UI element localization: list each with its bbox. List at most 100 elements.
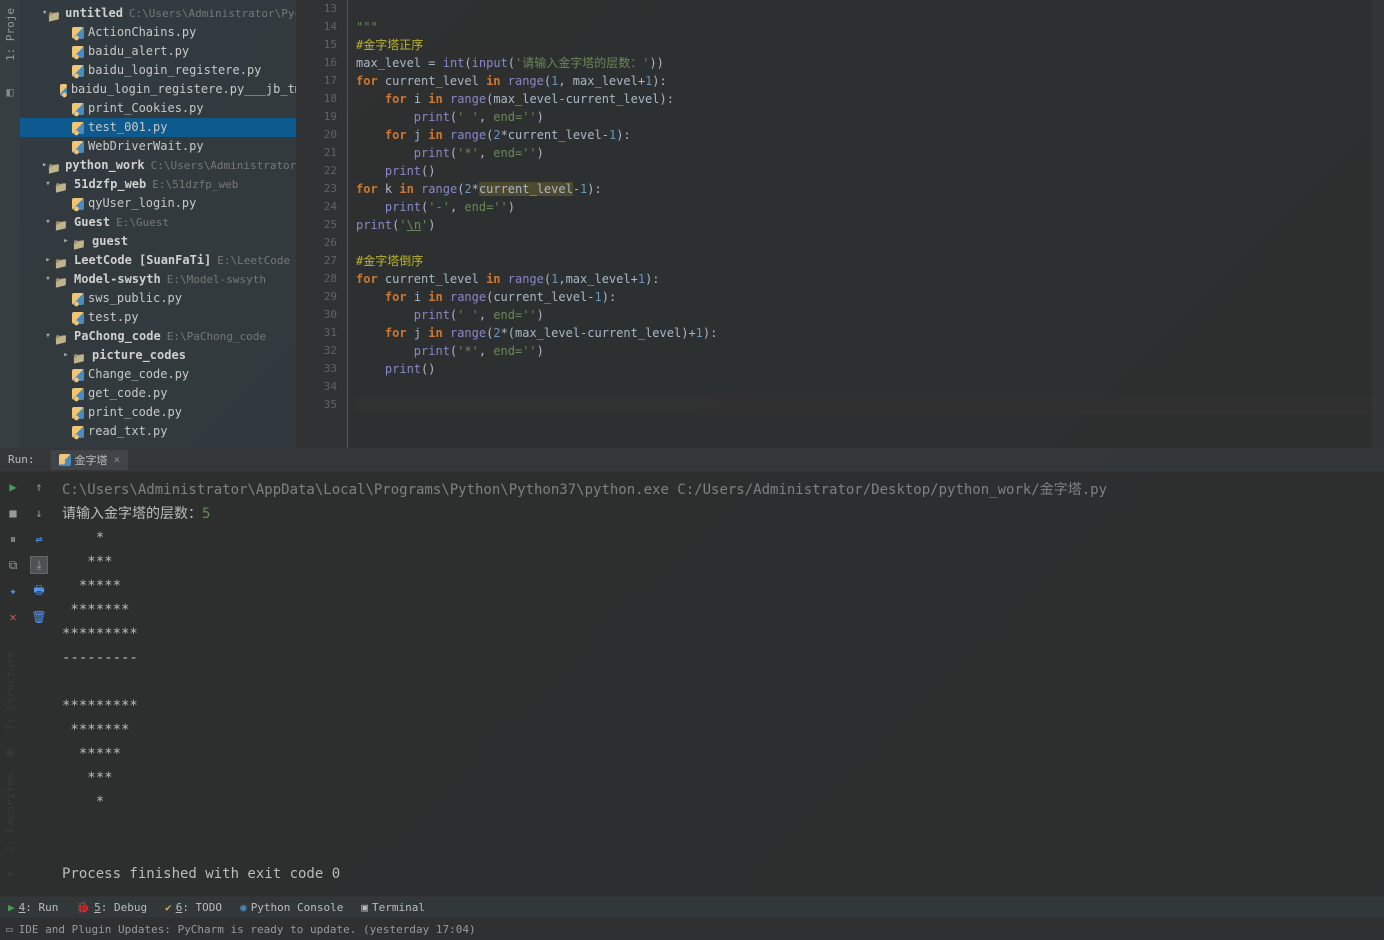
code-line[interactable]: print(' ', end='') <box>356 108 1376 126</box>
tree-file[interactable]: print_code.py <box>20 403 296 422</box>
code-line[interactable]: print('\n') <box>356 216 1376 234</box>
tree-folder[interactable]: ▾51dzfp_webE:\51dzfp_web <box>20 175 296 194</box>
tree-arrow-icon[interactable]: ▾ <box>42 327 54 346</box>
tree-item-label: LeetCode [SuanFaTi] <box>74 251 211 270</box>
wrap-icon[interactable]: ⇌ <box>30 530 48 548</box>
code-line[interactable]: print('*', end='') <box>356 144 1376 162</box>
code-line[interactable] <box>356 378 1376 396</box>
tree-item-label: PaChong_code <box>74 327 161 346</box>
tree-folder[interactable]: ▾GuestE:\Guest <box>20 213 296 232</box>
tree-file[interactable]: baidu_login_registere.py <box>20 61 296 80</box>
tree-folder[interactable]: ▾ PaChong_code E:\PaChong_code <box>20 327 296 346</box>
tree-arrow-icon[interactable]: ▾ <box>42 213 54 232</box>
code-line[interactable]: for j in range(2*(max_level-current_leve… <box>356 324 1376 342</box>
tree-folder[interactable]: ▸python_workC:\Users\Administrator\Desk <box>20 156 296 175</box>
code-line[interactable]: for j in range(2*current_level-1): <box>356 126 1376 144</box>
run-label: Run: <box>8 453 35 466</box>
code-line[interactable]: #金字塔正序 <box>356 36 1376 54</box>
tree-arrow-icon[interactable]: ▸ <box>60 346 72 365</box>
tree-arrow-icon[interactable]: ▸ <box>42 251 54 270</box>
folder-icon <box>54 273 70 287</box>
run-console[interactable]: C:\Users\Administrator\AppData\Local\Pro… <box>52 472 1384 896</box>
folder-icon <box>47 159 61 173</box>
code-line[interactable] <box>356 0 1376 18</box>
tree-file[interactable]: get_code.py <box>20 384 296 403</box>
code-line[interactable]: for i in range(current_level-1): <box>356 288 1376 306</box>
tree-item-path: E:\PaChong_code <box>167 327 266 346</box>
close-icon[interactable]: × <box>114 453 121 466</box>
tab-python-console[interactable]: ◉Python Console <box>240 901 343 914</box>
code-line[interactable]: for k in range(2*current_level-1): <box>356 180 1376 198</box>
tree-file[interactable]: sws_public.py <box>20 289 296 308</box>
tree-file[interactable]: test.py <box>20 308 296 327</box>
stop-icon[interactable]: ■ <box>4 504 22 522</box>
project-tree[interactable]: ▾untitledC:\Users\Administrator\PycharmP… <box>20 0 296 448</box>
tree-file[interactable]: ActionChains.py <box>20 23 296 42</box>
code-line[interactable]: print() <box>356 360 1376 378</box>
code-line[interactable] <box>356 396 1376 414</box>
editor-code[interactable]: """#金字塔正序max_level = int(input('请输入金字塔的层… <box>348 0 1384 448</box>
tab-debug[interactable]: 🐞5: Debug <box>76 901 147 914</box>
tree-file[interactable]: WebDriverWait.py <box>20 137 296 156</box>
tab-run[interactable]: ▶4: Run <box>8 901 58 914</box>
tree-file[interactable]: Change_code.py <box>20 365 296 384</box>
left-tool-strip: 1: Proje ◧ <box>0 0 20 448</box>
tree-item-label: read_txt.py <box>88 422 167 441</box>
folder-icon <box>72 235 88 249</box>
code-line[interactable]: print('-', end='') <box>356 198 1376 216</box>
code-line[interactable]: for i in range(max_level-current_level): <box>356 90 1376 108</box>
editor-scrollbar[interactable] <box>1372 0 1384 448</box>
code-line[interactable]: print('*', end='') <box>356 342 1376 360</box>
tree-file[interactable]: baidu_alert.py <box>20 42 296 61</box>
tree-arrow-icon[interactable]: ▸ <box>60 232 72 251</box>
code-line[interactable]: max_level = int(input('请输入金字塔的层数：')) <box>356 54 1376 72</box>
folder-icon <box>54 178 70 192</box>
run-tab-name: 金字塔 <box>75 452 108 468</box>
tree-file[interactable]: print_Cookies.py <box>20 99 296 118</box>
magic-icon[interactable]: ✦ <box>4 582 22 600</box>
folder-icon <box>47 7 61 21</box>
python-file-icon <box>72 122 84 134</box>
tree-file[interactable]: baidu_login_registere.py___jb_tmp___ <box>20 80 296 99</box>
tree-folder[interactable]: ▾Model-swsythE:\Model-swsyth <box>20 270 296 289</box>
tree-file[interactable]: test_001.py <box>20 118 296 137</box>
trash-icon[interactable]: 🗑 <box>30 608 48 626</box>
up-icon[interactable]: ↑ <box>30 478 48 496</box>
bookmark-icon[interactable]: ◧ <box>6 85 13 99</box>
python-file-icon <box>72 388 84 400</box>
tree-folder[interactable]: ▾untitledC:\Users\Administrator\PycharmP <box>20 4 296 23</box>
tree-file[interactable]: read_txt.py <box>20 422 296 441</box>
tree-arrow-icon[interactable]: ▾ <box>42 175 54 194</box>
python-file-icon <box>72 369 84 381</box>
rerun-icon[interactable]: ▶ <box>4 478 22 496</box>
python-file-icon <box>60 84 67 96</box>
attach-icon[interactable]: ⧉ <box>4 556 22 574</box>
code-line[interactable]: for current_level in range(1, max_level+… <box>356 72 1376 90</box>
code-line[interactable]: for current_level in range(1,max_level+1… <box>356 270 1376 288</box>
project-tool-label[interactable]: 1: Proje <box>4 4 17 65</box>
print-icon[interactable]: 🖶 <box>30 582 48 600</box>
folder-icon <box>54 254 70 268</box>
close-run-icon[interactable]: ✕ <box>4 608 22 626</box>
code-editor[interactable]: 1314151617181920212223242526272829303132… <box>296 0 1384 448</box>
scroll-icon[interactable]: ⤓ <box>30 556 48 574</box>
tree-arrow-icon[interactable]: ▾ <box>42 270 54 289</box>
code-line[interactable]: print() <box>356 162 1376 180</box>
folder-icon <box>54 330 70 344</box>
run-tab[interactable]: 金字塔 × <box>51 450 129 470</box>
tree-folder[interactable]: ▸picture_codes <box>20 346 296 365</box>
code-line[interactable] <box>356 234 1376 252</box>
tree-folder[interactable]: ▸ guest <box>20 232 296 251</box>
tree-item-path: C:\Users\Administrator\PycharmP <box>129 4 296 23</box>
tree-folder[interactable]: ▸LeetCode [SuanFaTi]E:\LeetCode <box>20 251 296 270</box>
tab-todo[interactable]: ✔6: TODO <box>165 901 222 914</box>
tree-file[interactable]: qyUser_login.py <box>20 194 296 213</box>
code-line[interactable]: """ <box>356 18 1376 36</box>
down-icon[interactable]: ↓ <box>30 504 48 522</box>
pause-icon[interactable]: ⏸ <box>4 530 22 548</box>
code-line[interactable]: #金字塔倒序 <box>356 252 1376 270</box>
code-line[interactable]: print(' ', end='') <box>356 306 1376 324</box>
tab-terminal[interactable]: ▣Terminal <box>361 901 425 914</box>
editor-gutter: 1314151617181920212223242526272829303132… <box>296 0 348 448</box>
tree-item-label: guest <box>92 232 128 251</box>
